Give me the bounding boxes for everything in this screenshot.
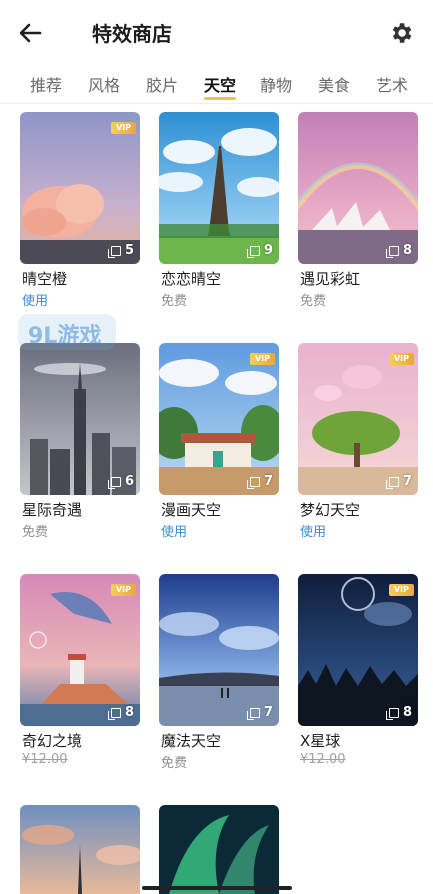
photo-count: 8	[107, 705, 134, 720]
photo-count: 6	[107, 474, 134, 489]
effect-thumbnail[interactable]: 6	[20, 343, 140, 495]
effect-name: 漫画天空	[161, 501, 222, 519]
watermark-corner: 9L游戏 91danji.com	[310, 847, 394, 883]
home-indicator	[142, 886, 292, 890]
stack-icon	[246, 707, 260, 720]
tab-still-life[interactable]: 静物	[260, 72, 292, 96]
stack-icon	[107, 245, 121, 258]
effect-card[interactable]: VIP 7 梦幻天空 使用	[298, 343, 418, 553]
effect-price: ¥12.00	[300, 752, 346, 767]
effect-thumbnail[interactable]: VIP 7	[298, 343, 418, 495]
effect-thumbnail[interactable]	[20, 805, 140, 894]
stack-icon	[246, 476, 260, 489]
effect-name: 梦幻天空	[300, 501, 361, 519]
effect-status: 免费	[161, 756, 188, 771]
active-tab-indicator	[204, 97, 236, 100]
tab-film[interactable]: 胶片	[146, 72, 178, 96]
tab-art[interactable]: 艺术	[376, 72, 408, 96]
effect-card[interactable]: 8 遇见彩虹 免费	[298, 112, 418, 322]
vip-badge: VIP	[110, 122, 136, 134]
tabs-divider	[0, 103, 433, 104]
effect-thumbnail[interactable]: 7	[159, 574, 279, 726]
vip-badge: VIP	[110, 584, 136, 596]
photo-count: 8	[385, 243, 412, 258]
vip-badge: VIP	[388, 353, 414, 365]
page-title: 特效商店	[92, 22, 172, 46]
effect-thumbnail[interactable]: VIP 5	[20, 112, 140, 264]
photo-count: 7	[246, 705, 273, 720]
stack-icon	[385, 245, 399, 258]
tab-recommend[interactable]: 推荐	[30, 72, 62, 96]
photo-count: 8	[385, 705, 412, 720]
stack-icon	[246, 245, 260, 258]
effect-status[interactable]: 使用	[161, 521, 187, 540]
effect-thumbnail[interactable]: VIP 8	[298, 574, 418, 726]
stack-icon	[107, 476, 121, 489]
effect-thumbnail[interactable]: VIP 7	[159, 343, 279, 495]
effect-name: 星际奇遇	[22, 501, 83, 519]
effect-name: 恋恋晴空	[161, 270, 222, 288]
effect-name: 晴空橙	[22, 270, 68, 288]
effect-name: 奇幻之境	[22, 732, 83, 750]
effect-card[interactable]: VIP 5 晴空橙 使用	[20, 112, 140, 322]
watermark-logo: 9L游戏	[18, 314, 116, 350]
photo-count: 7	[246, 474, 273, 489]
effect-thumbnail[interactable]: 8	[298, 112, 418, 264]
effect-card[interactable]	[20, 805, 140, 894]
effect-name: 遇见彩虹	[300, 270, 361, 288]
tab-food[interactable]: 美食	[318, 72, 350, 96]
effect-card[interactable]: VIP 8 奇幻之境 ¥12.00	[20, 574, 140, 784]
gear-icon[interactable]	[388, 20, 414, 46]
effect-status[interactable]: 使用	[22, 290, 48, 309]
photo-count: 7	[385, 474, 412, 489]
effect-status[interactable]: 使用	[300, 521, 326, 540]
effect-thumbnail[interactable]	[159, 805, 279, 894]
stack-icon	[107, 707, 121, 720]
stack-icon	[385, 707, 399, 720]
stack-icon	[385, 476, 399, 489]
effect-thumbnail[interactable]: VIP 8	[20, 574, 140, 726]
vip-badge: VIP	[388, 584, 414, 596]
photo-count: 5	[107, 243, 134, 258]
effect-name: 魔法天空	[161, 732, 222, 750]
effect-card[interactable]: VIP 7 漫画天空 使用	[159, 343, 279, 553]
back-arrow-icon[interactable]	[14, 18, 46, 48]
effect-status: 免费	[161, 294, 188, 309]
vip-badge: VIP	[249, 353, 275, 365]
effect-price: ¥12.00	[22, 752, 68, 767]
tab-sky[interactable]: 天空	[204, 72, 236, 96]
header: 特效商店	[0, 0, 433, 64]
effect-card[interactable]: 6 星际奇遇 免费	[20, 343, 140, 553]
effect-status: 免费	[22, 525, 49, 540]
effect-card[interactable]: 7 魔法天空 免费	[159, 574, 279, 784]
effect-card[interactable]	[159, 805, 279, 894]
effect-name: X星球	[300, 732, 341, 750]
effect-status: 免费	[300, 294, 327, 309]
effect-card[interactable]: VIP 8 X星球 ¥12.00	[298, 574, 418, 784]
effect-card[interactable]: 9 恋恋晴空 免费	[159, 112, 279, 322]
tab-style[interactable]: 风格	[88, 72, 120, 96]
effect-thumbnail[interactable]: 9	[159, 112, 279, 264]
photo-count: 9	[246, 243, 273, 258]
